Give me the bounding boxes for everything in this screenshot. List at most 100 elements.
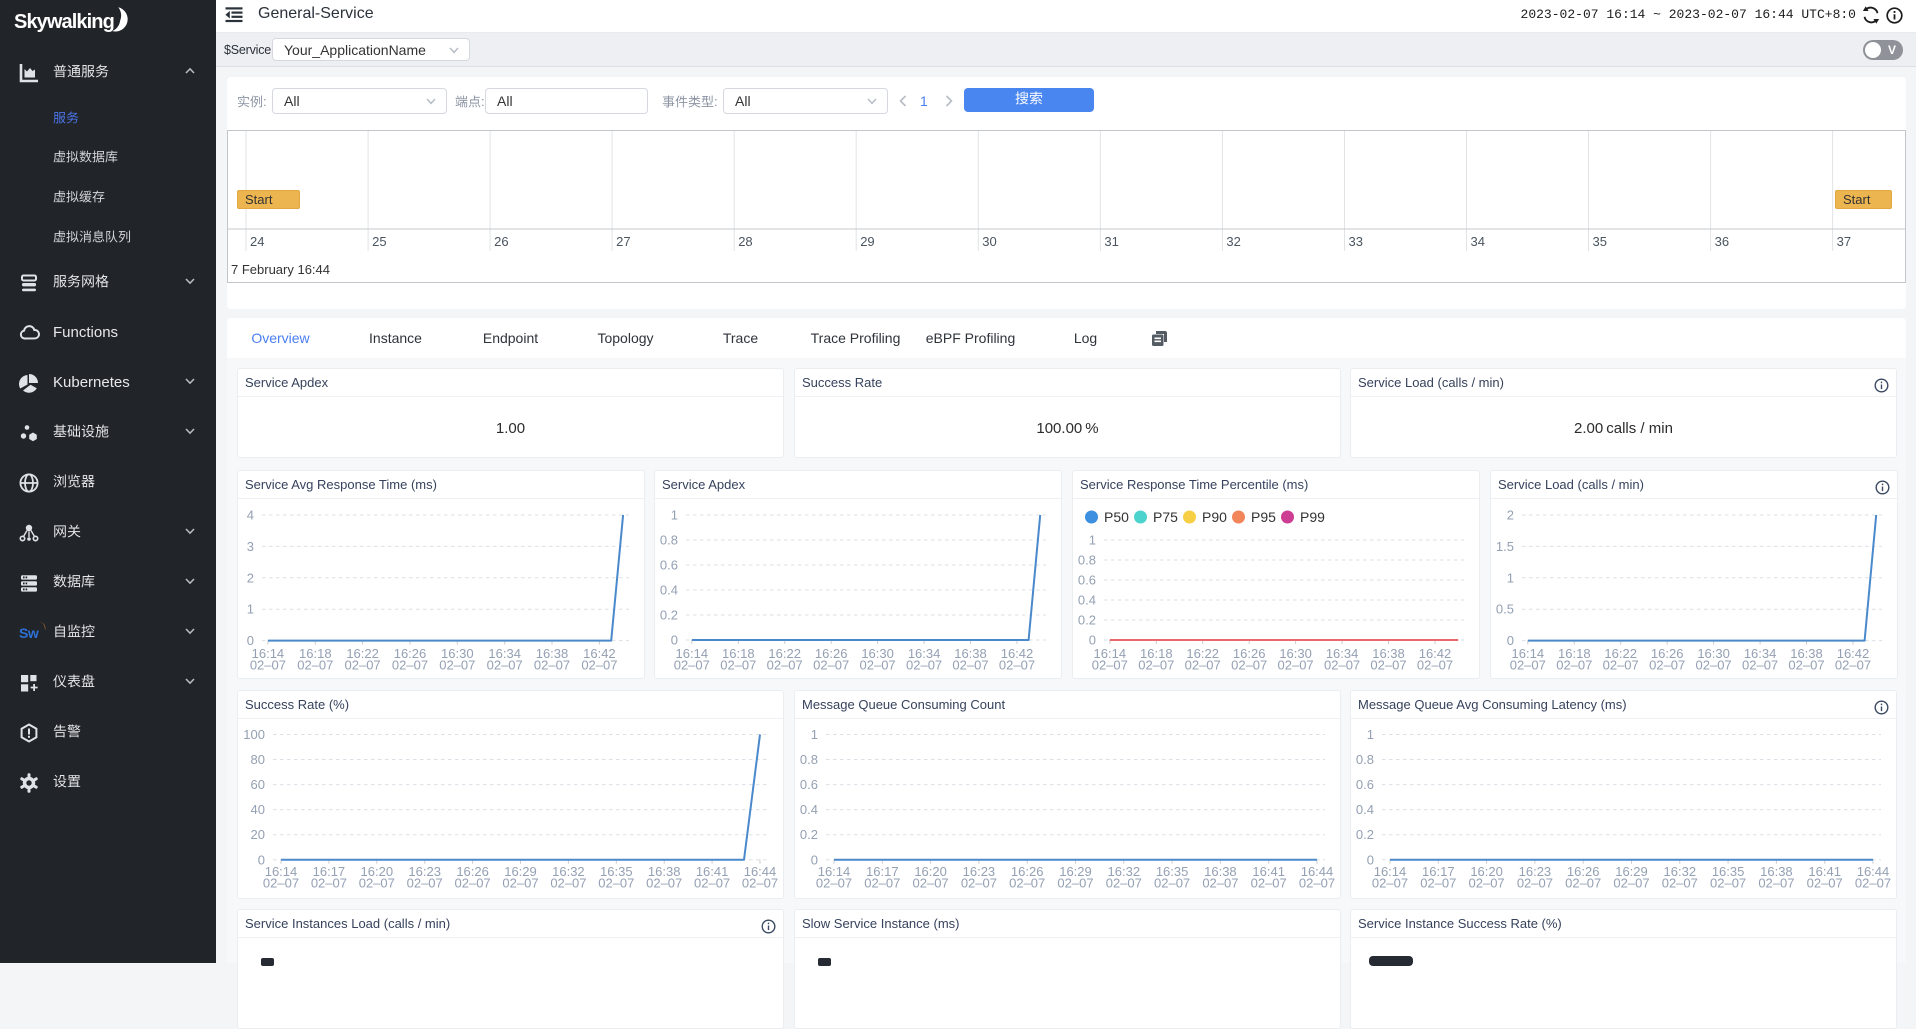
svg-text:02–07: 02–07 [1556,658,1592,673]
svg-text:02–07: 02–07 [1662,876,1698,891]
svg-text:02–07: 02–07 [1788,658,1824,673]
svg-text:33: 33 [1349,234,1363,249]
svg-text:02–07: 02–07 [1106,876,1142,891]
svg-text:1.5: 1.5 [1496,539,1514,554]
svg-text:1: 1 [1507,570,1514,585]
svg-text:28: 28 [738,234,752,249]
svg-text:60: 60 [251,777,265,792]
svg-text:0.4: 0.4 [660,583,678,598]
svg-text:34: 34 [1471,234,1485,249]
svg-text:02–07: 02–07 [1835,658,1871,673]
svg-text:24: 24 [250,234,264,249]
svg-text:0.2: 0.2 [800,827,818,842]
svg-text:02–07: 02–07 [813,658,849,673]
svg-text:2: 2 [247,570,254,585]
svg-text:02–07: 02–07 [1565,876,1601,891]
svg-text:80: 80 [251,752,265,767]
svg-text:02–07: 02–07 [952,658,988,673]
svg-text:02–07: 02–07 [864,876,900,891]
svg-text:0.6: 0.6 [660,558,678,573]
svg-text:0.4: 0.4 [1356,802,1374,817]
svg-text:0.4: 0.4 [1078,593,1096,608]
svg-text:1: 1 [1089,533,1096,548]
svg-text:02–07: 02–07 [1092,658,1128,673]
svg-text:P75: P75 [1153,509,1178,525]
svg-text:0.6: 0.6 [800,777,818,792]
svg-text:0.2: 0.2 [1078,613,1096,628]
svg-text:30: 30 [982,234,996,249]
svg-text:02–07: 02–07 [345,658,381,673]
svg-text:02–07: 02–07 [1324,658,1360,673]
svg-text:02–07: 02–07 [1009,876,1045,891]
svg-text:02–07: 02–07 [1417,658,1453,673]
svg-text:02–07: 02–07 [250,658,286,673]
svg-text:02–07: 02–07 [487,658,523,673]
svg-text:0.8: 0.8 [660,533,678,548]
svg-text:37: 37 [1837,234,1851,249]
svg-text:02–07: 02–07 [1649,658,1685,673]
svg-text:02–07: 02–07 [581,658,617,673]
svg-text:35: 35 [1593,234,1607,249]
svg-text:02–07: 02–07 [1510,658,1546,673]
svg-text:36: 36 [1715,234,1729,249]
svg-text:02–07: 02–07 [694,876,730,891]
svg-text:4: 4 [247,508,254,523]
svg-text:02–07: 02–07 [455,876,491,891]
svg-text:02–07: 02–07 [999,658,1035,673]
svg-text:0.6: 0.6 [1078,573,1096,588]
svg-text:02–07: 02–07 [906,658,942,673]
svg-text:02–07: 02–07 [1696,658,1732,673]
svg-text:02–07: 02–07 [720,658,756,673]
svg-text:02–07: 02–07 [1469,876,1505,891]
svg-text:02–07: 02–07 [1603,658,1639,673]
svg-text:02–07: 02–07 [913,876,949,891]
svg-text:02–07: 02–07 [767,658,803,673]
svg-text:P99: P99 [1300,509,1325,525]
svg-text:0.5: 0.5 [1496,602,1514,617]
svg-text:02–07: 02–07 [1138,658,1174,673]
svg-text:0.2: 0.2 [1356,827,1374,842]
svg-text:02–07: 02–07 [674,658,710,673]
svg-text:0.8: 0.8 [1356,752,1374,767]
svg-text:26: 26 [494,234,508,249]
svg-text:1: 1 [671,508,678,523]
svg-text:02–07: 02–07 [1710,876,1746,891]
svg-text:0.8: 0.8 [800,752,818,767]
svg-text:02–07: 02–07 [550,876,586,891]
svg-text:100: 100 [243,727,265,742]
svg-text:02–07: 02–07 [860,658,896,673]
svg-text:1: 1 [811,727,818,742]
svg-text:02–07: 02–07 [407,876,443,891]
svg-text:02–07: 02–07 [1370,658,1406,673]
svg-text:02–07: 02–07 [1742,658,1778,673]
svg-text:0.8: 0.8 [1078,553,1096,568]
svg-text:02–07: 02–07 [1855,876,1891,891]
svg-text:31: 31 [1104,234,1118,249]
svg-text:27: 27 [616,234,630,249]
svg-text:02–07: 02–07 [297,658,333,673]
svg-text:P50: P50 [1104,509,1129,525]
svg-text:29: 29 [860,234,874,249]
svg-text:P90: P90 [1202,509,1227,525]
svg-text:02–07: 02–07 [1251,876,1287,891]
svg-text:02–07: 02–07 [1057,876,1093,891]
svg-text:40: 40 [251,802,265,817]
svg-text:02–07: 02–07 [1278,658,1314,673]
svg-text:0.4: 0.4 [800,802,818,817]
svg-text:02–07: 02–07 [534,658,570,673]
svg-text:02–07: 02–07 [1613,876,1649,891]
svg-text:0.2: 0.2 [660,608,678,623]
svg-text:02–07: 02–07 [359,876,395,891]
svg-text:02–07: 02–07 [742,876,778,891]
svg-text:3: 3 [247,539,254,554]
svg-text:02–07: 02–07 [1299,876,1335,891]
svg-text:P95: P95 [1251,509,1276,525]
svg-text:1: 1 [1367,727,1374,742]
svg-text:2: 2 [1507,508,1514,523]
svg-text:02–07: 02–07 [1154,876,1190,891]
svg-text:02–07: 02–07 [263,876,299,891]
svg-text:7 February 16:44: 7 February 16:44 [231,262,330,277]
svg-text:02–07: 02–07 [1807,876,1843,891]
svg-text:02–07: 02–07 [1231,658,1267,673]
svg-text:02–07: 02–07 [392,658,428,673]
